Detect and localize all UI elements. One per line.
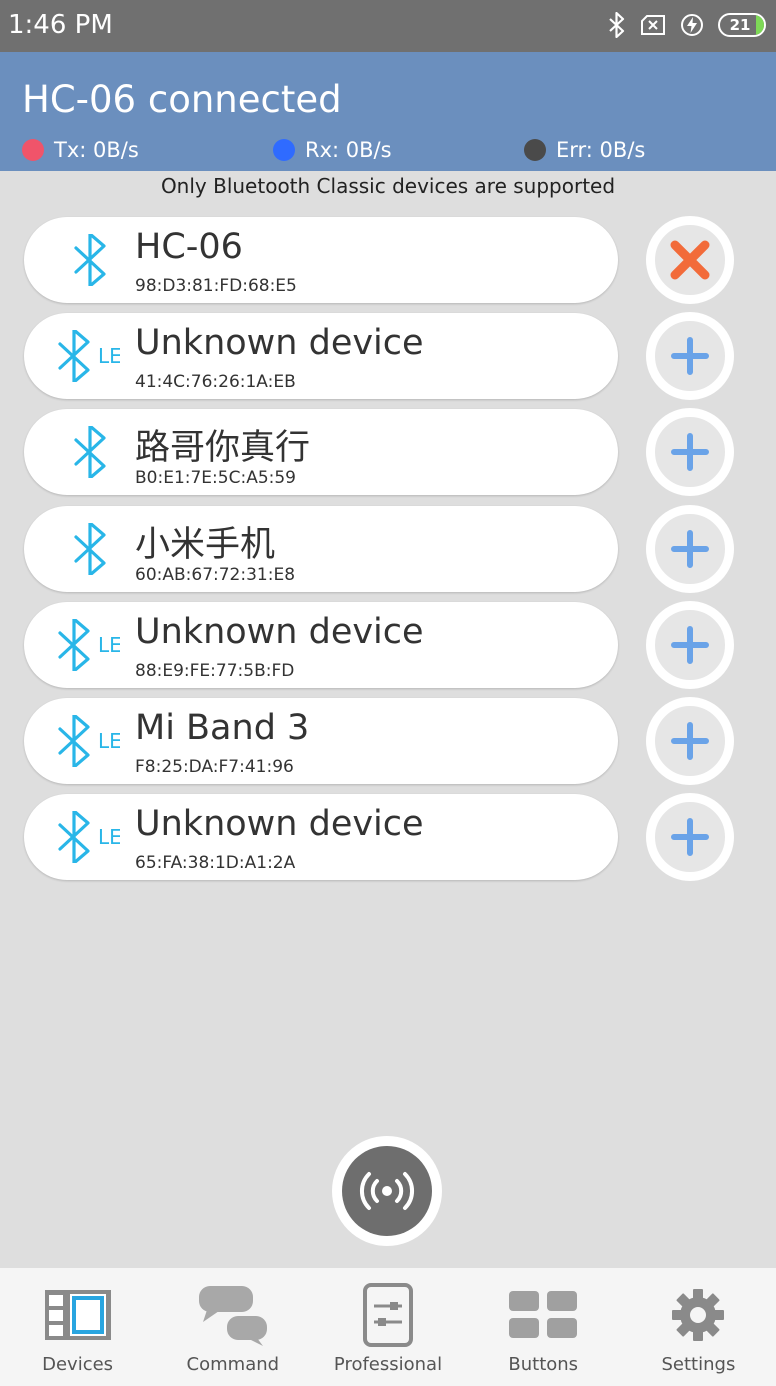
battery-icon: 21 — [718, 13, 766, 37]
device-row: 小米手机 60:AB:67:72:31:E8 — [24, 504, 736, 593]
device-row: LE Mi Band 3 F8:25:DA:F7:41:96 — [24, 697, 736, 785]
device-mac: 65:FA:38:1D:A1:2A — [135, 853, 296, 874]
add-icon — [671, 625, 709, 664]
buttons-icon — [509, 1291, 578, 1338]
nav-devices[interactable]: Devices — [0, 1268, 155, 1386]
connect-button[interactable] — [646, 600, 734, 689]
tx-stat: Tx: 0B/s — [22, 138, 139, 162]
add-icon — [671, 529, 709, 568]
no-sim-icon — [641, 15, 665, 35]
device-item[interactable]: LE Mi Band 3 F8:25:DA:F7:41:96 — [24, 698, 618, 784]
bluetooth-le-icon: LE — [58, 330, 120, 383]
bluetooth-icon — [74, 234, 106, 286]
connect-button[interactable] — [646, 793, 734, 882]
device-mac: 98:D3:81:FD:68:E5 — [135, 276, 297, 296]
ble-tag: LE — [98, 729, 120, 753]
device-name: 小米手机 — [135, 524, 276, 565]
add-icon — [671, 722, 709, 760]
device-row: HC-06 98:D3:81:FD:68:E5 — [24, 216, 736, 304]
device-name: Mi Band 3 — [135, 708, 310, 748]
charging-icon — [681, 14, 703, 36]
err-label: Err: 0B/s — [556, 138, 646, 162]
professional-icon — [363, 1283, 413, 1347]
status-icons: 21 — [608, 12, 766, 38]
err-dot-icon — [524, 139, 546, 161]
connection-header: HC-06 connected Tx: 0B/s Rx: 0B/s Err: 0… — [0, 52, 776, 171]
device-name: HC-06 — [135, 227, 243, 267]
device-mac: 88:E9:FE:77:5B:FD — [135, 660, 295, 681]
device-item[interactable]: HC-06 98:D3:81:FD:68:E5 — [24, 217, 618, 303]
nav-label: Professional — [333, 1354, 443, 1375]
device-mac: F8:25:DA:F7:41:96 — [135, 757, 294, 777]
device-name: Unknown device — [135, 611, 424, 652]
connect-button[interactable] — [646, 504, 734, 593]
rx-dot-icon — [273, 139, 295, 161]
device-name: Unknown device — [135, 804, 424, 845]
nav-label: Command — [186, 1354, 280, 1375]
device-item[interactable]: LE Unknown device 88:E9:FE:77:5B:FD — [24, 601, 618, 688]
nav-command[interactable]: Command — [155, 1268, 310, 1386]
connect-button[interactable] — [646, 312, 734, 401]
ble-tag: LE — [98, 825, 120, 849]
disconnect-button[interactable] — [646, 216, 734, 304]
ble-tag: LE — [98, 633, 120, 657]
device-row: LE Unknown device 88:E9:FE:77:5B:FD — [24, 600, 736, 689]
status-time: 1:46 PM — [8, 10, 113, 40]
device-mac: 41:4C:76:26:1A:EB — [135, 372, 296, 393]
bluetooth-le-icon: LE — [58, 715, 120, 767]
device-row: 路哥你真行 B0:E1:7E:5C:A5:59 — [24, 408, 736, 497]
bluetooth-le-icon: LE — [58, 811, 120, 864]
connection-title: HC-06 connected — [22, 78, 342, 121]
broadcast-icon — [359, 1172, 415, 1210]
connect-button[interactable] — [646, 697, 734, 785]
bluetooth-icon — [74, 522, 106, 575]
add-icon — [671, 433, 709, 472]
device-item[interactable]: 路哥你真行 B0:E1:7E:5C:A5:59 — [24, 409, 618, 496]
device-mac: B0:E1:7E:5C:A5:59 — [135, 468, 296, 489]
add-icon — [671, 818, 709, 857]
nav-label: Devices — [42, 1354, 114, 1375]
status-bar: 1:46 PM 21 — [0, 0, 776, 52]
bottom-nav: Devices Command Professional Buttons Set… — [0, 1268, 776, 1386]
bluetooth-icon — [609, 12, 625, 38]
bluetooth-icon — [74, 426, 106, 479]
settings-icon — [672, 1289, 725, 1341]
add-icon — [671, 337, 709, 376]
battery-level: 21 — [729, 16, 751, 34]
err-stat: Err: 0B/s — [524, 138, 645, 162]
ble-tag: LE — [98, 344, 120, 368]
device-name: 路哥你真行 — [135, 428, 311, 469]
device-row: LE Unknown device 41:4C:76:26:1A:EB — [24, 312, 736, 401]
tx-dot-icon — [22, 139, 44, 161]
rx-stat: Rx: 0B/s — [273, 138, 392, 162]
device-mac: 60:AB:67:72:31:E8 — [135, 564, 296, 585]
remove-icon — [670, 240, 710, 280]
connect-button[interactable] — [646, 408, 734, 497]
rx-label: Rx: 0B/s — [305, 138, 392, 162]
device-item[interactable]: LE Unknown device 65:FA:38:1D:A1:2A — [24, 794, 618, 881]
device-item[interactable]: LE Unknown device 41:4C:76:26:1A:EB — [24, 313, 618, 400]
device-row: LE Unknown device 65:FA:38:1D:A1:2A — [24, 793, 736, 882]
device-item[interactable]: 小米手机 60:AB:67:72:31:E8 — [24, 505, 618, 592]
nav-label: Buttons — [508, 1354, 579, 1375]
nav-settings[interactable]: Settings — [621, 1268, 776, 1386]
support-notice: Only Bluetooth Classic devices are suppo… — [160, 174, 616, 198]
tx-label: Tx: 0B/s — [54, 138, 139, 162]
command-icon — [198, 1286, 267, 1346]
scan-button[interactable] — [332, 1136, 442, 1246]
nav-professional[interactable]: Professional — [310, 1268, 465, 1386]
devices-icon — [44, 1290, 111, 1340]
device-name: Unknown device — [135, 323, 424, 364]
bluetooth-le-icon: LE — [58, 618, 120, 671]
nav-buttons[interactable]: Buttons — [466, 1268, 621, 1386]
nav-label: Settings — [661, 1354, 736, 1375]
